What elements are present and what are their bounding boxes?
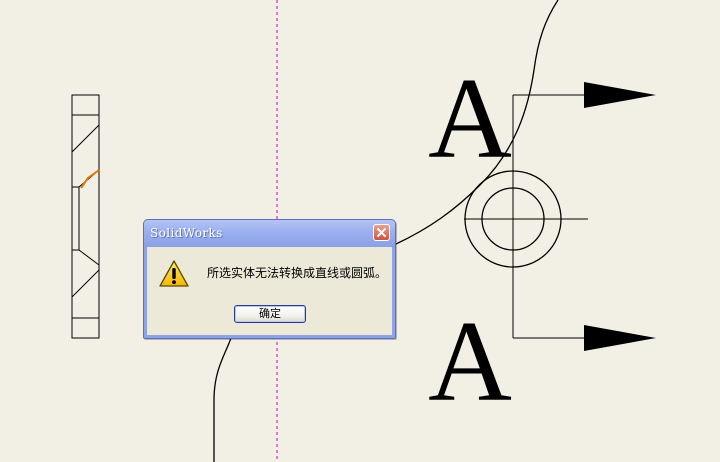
dialog-titlebar[interactable]: SolidWorks [144,220,395,247]
section-label-top[interactable]: A [428,55,512,183]
sketch-spline-lower[interactable] [213,337,232,462]
selected-edge-highlight[interactable] [80,169,100,189]
dialog-body: 所选实体无法转换成直线或圆弧。 确定 [147,247,392,335]
close-icon [376,227,387,238]
section-arrow-top [584,82,656,108]
dialog-message: 所选实体无法转换成直线或圆弧。 [207,266,388,280]
side-view[interactable] [71,94,100,339]
close-button[interactable] [373,224,390,241]
dialog-title: SolidWorks [150,226,223,240]
solidworks-alert-dialog: SolidWorks 所选实体无法转换成直线或圆弧。 确定 [143,219,396,339]
section-line[interactable] [513,94,586,339]
ok-button[interactable]: 确定 [234,305,306,323]
warning-icon [159,260,189,287]
section-label-bottom[interactable]: A [428,298,512,426]
section-arrow-bottom [584,325,656,351]
